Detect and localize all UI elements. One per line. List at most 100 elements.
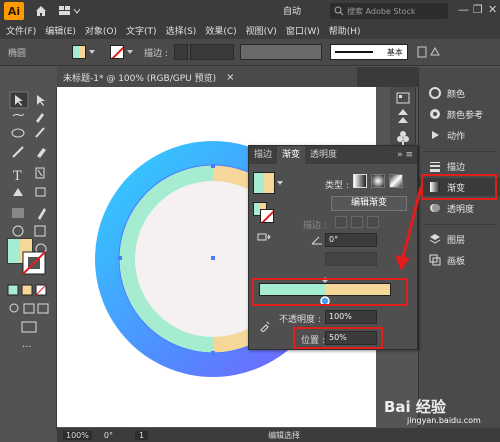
workspace-layout-icon[interactable] [58,4,82,18]
dock-divider [423,224,497,225]
home-icon[interactable] [34,4,48,18]
annotation-arrow [395,186,423,271]
document-tab[interactable]: 未标题-1* @ 100% (RGB/GPU 预览) × [57,67,357,87]
opacity-label: 不透明度 : [279,315,321,325]
stroke-gradient-label: 描边 : [303,221,327,231]
eyedropper-icon[interactable] [259,320,271,332]
chevron-down-icon[interactable] [88,48,96,56]
dock-item-label: 描边 [447,162,466,173]
artboard-number-field[interactable]: 1 [134,430,149,440]
stroke-style-label: 基本 [386,48,403,57]
tab-stroke[interactable]: 描边 [249,146,277,164]
menu-bar: 文件(F) 编辑(E) 对象(O) 文字(T) 选择(S) 效果(C) 视图(V… [0,22,500,39]
chevron-down-icon[interactable] [126,48,134,56]
variable-width-profile[interactable] [239,44,322,60]
dock-item-stroke[interactable]: 描边 [419,157,500,175]
tab-transparency[interactable]: 透明度 [305,146,342,164]
highlight-gradient-slider [252,278,408,306]
title-bar: Ai 自动 搜索 Adobe Stock — ❐ ✕ [0,0,500,22]
menu-select[interactable]: 选择(S) [166,24,197,37]
no-stroke-icon [111,46,124,58]
color-guide-icon [430,109,440,119]
workspace-switcher[interactable]: 自动 [283,4,301,17]
stroke-apply-along[interactable] [351,216,363,228]
selection-type-label: 椭圆 [8,48,27,59]
brush-definition-field[interactable]: 基本 [329,44,408,60]
panel-menu-icon[interactable]: » ≡ [397,146,417,164]
fill-swatch[interactable] [72,45,87,59]
svg-text:T: T [13,169,22,184]
dock-item-label: 颜色 [447,89,466,100]
linear-gradient-button[interactable] [353,174,367,188]
status-bar: 100% 0° 1 编辑选择 [57,428,500,442]
highlight-location-field [293,327,383,349]
dock-item-label: 颜色参考 [447,110,484,121]
dock-item-label: 图层 [447,235,466,246]
menu-object[interactable]: 对象(O) [85,24,117,37]
dock-item-label: 画板 [447,256,466,267]
opacity-value: 100% [329,312,352,321]
angle-value: 0° [329,235,339,244]
menu-help[interactable]: 帮助(H) [329,24,361,37]
radial-gradient-button[interactable] [371,174,385,188]
tool-icons: T ··· [7,91,49,353]
tools-panel: T ··· [0,88,57,430]
stroke-gradient-swatch[interactable] [260,209,274,223]
gradient-panel: 描边 渐变 透明度 » ≡ 类型 : 编辑渐变 描边 : 0° 不透明度 : 1… [248,145,418,350]
gradient-preview-swatch[interactable] [253,172,275,194]
angle-field[interactable]: 0° [325,233,377,247]
gradient-type-label: 类型 : [325,181,349,191]
stroke-apply-within[interactable] [335,216,347,228]
menu-edit[interactable]: 编辑(E) [45,24,76,37]
stroke-apply-across[interactable] [367,216,379,228]
dock-item-actions[interactable]: 动作 [419,126,500,144]
stock-search-field[interactable]: 搜索 Adobe Stock [330,3,448,19]
menu-window[interactable]: 窗口(W) [286,24,320,37]
dock-panel: 颜色 颜色参考 动作 描边 渐变 透明度 图层 画板 [418,68,500,429]
aspect-ratio-field[interactable] [325,252,377,266]
dock-item-layers[interactable]: 图层 [419,230,500,248]
color-wheel-icon [429,87,441,99]
play-icon [432,131,439,139]
dock-item-label: 透明度 [447,204,475,215]
tab-gradient[interactable]: 渐变 [277,146,306,164]
restore-button[interactable]: ❐ [473,3,483,16]
chevron-down-icon[interactable] [277,180,283,186]
zoom-field[interactable]: 100% [63,430,92,440]
control-bar: 椭圆 描边 : 基本 [0,39,500,66]
app-logo: Ai [4,2,24,20]
menu-view[interactable]: 视图(V) [246,24,277,37]
no-stroke-icon [261,210,273,222]
stroke-icon [430,162,440,172]
dock-item-label: 动作 [447,131,466,142]
close-button[interactable]: ✕ [488,3,497,16]
search-icon [334,6,344,16]
dock-item-color[interactable]: 颜色 [419,84,500,102]
stroke-swatch[interactable] [110,45,125,59]
style-icons[interactable] [416,44,442,60]
rotation-field[interactable]: 0° [104,431,113,440]
dock-item-artboards[interactable]: 画板 [419,251,500,269]
artboards-icon [429,254,441,266]
menu-file[interactable]: 文件(F) [6,24,36,37]
dock-item-color-guide[interactable]: 颜色参考 [419,105,500,123]
stroke-weight-field[interactable] [189,44,234,60]
tab-bar-empty [357,67,418,87]
transparency-icon [430,204,440,212]
minimize-button[interactable]: — [458,3,469,16]
watermark-logo: Bai 经验 [384,398,446,416]
layers-icon [429,234,441,244]
menu-type[interactable]: 文字(T) [126,24,157,37]
angle-icon [311,236,322,245]
close-document-button[interactable]: × [226,72,234,83]
svg-text:···: ··· [22,342,32,353]
reverse-gradient-icon[interactable] [257,231,271,245]
opacity-field[interactable]: 100% [325,310,377,324]
document-title: 未标题-1* @ 100% (RGB/GPU 预览) [63,73,217,84]
dock-item-transparency[interactable]: 透明度 [419,199,500,217]
highlight-gradient-dock [421,174,497,200]
menu-effect[interactable]: 效果(C) [205,24,236,37]
current-tool-label: 编辑选择 [268,430,301,440]
search-placeholder: 搜索 Adobe Stock [347,6,416,16]
stroke-weight-stepper[interactable] [173,44,188,60]
